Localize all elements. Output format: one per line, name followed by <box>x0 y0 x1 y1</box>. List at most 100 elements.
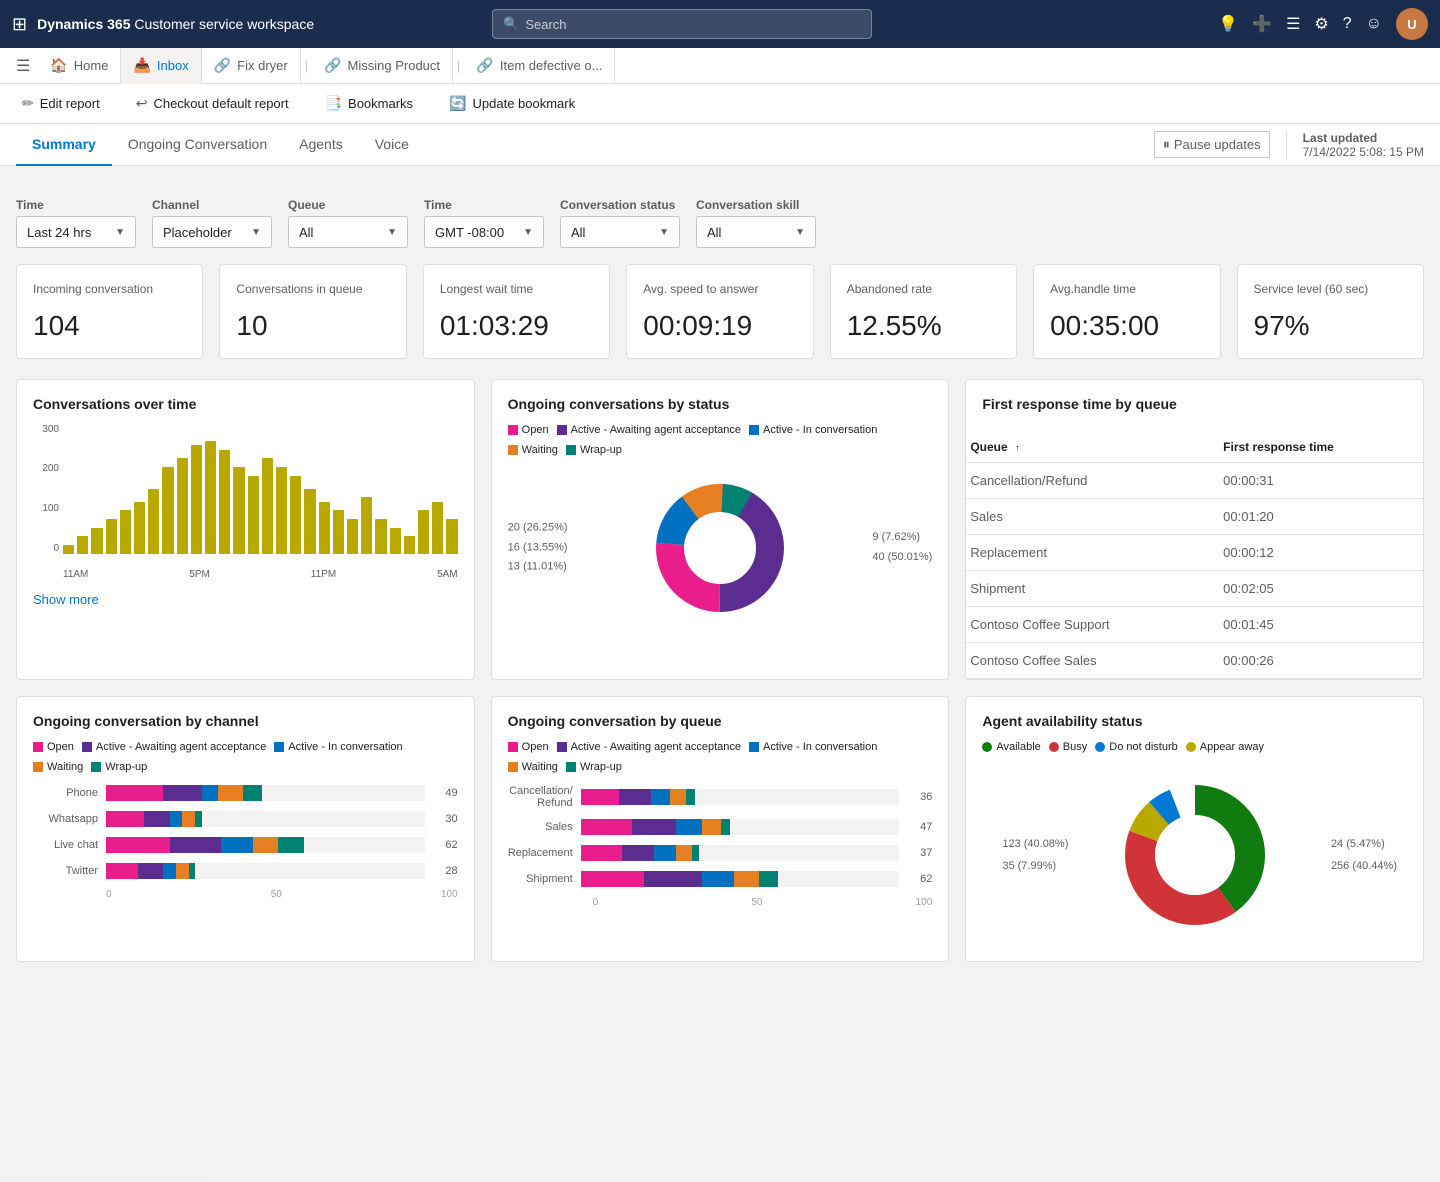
grid-menu-icon[interactable]: ⊞ <box>12 14 27 35</box>
bq-legend: Open Active - Awaiting agent acceptance … <box>508 741 933 773</box>
add-icon[interactable]: ➕ <box>1252 14 1272 34</box>
filter-conv-skill-select[interactable]: All ▼ <box>696 216 816 248</box>
main-content: Time Last 24 hrs ▼ Channel Placeholder ▼… <box>0 182 1440 978</box>
filter-time2-select[interactable]: GMT -08:00 ▼ <box>424 216 544 248</box>
tab-inbox[interactable]: 📥 Inbox <box>121 48 201 84</box>
edit-report-button[interactable]: ✏ Edit report <box>16 91 106 116</box>
app-brand: Dynamics 365 Customer service workspace <box>37 16 314 32</box>
bar-segment <box>176 863 189 879</box>
queue-time: 00:01:20 <box>1219 498 1423 534</box>
tab-fix-dryer-label: Fix dryer <box>237 58 288 73</box>
bar-item <box>446 519 457 554</box>
bc-legend-open: Open <box>33 741 74 753</box>
bar-segment <box>581 845 622 861</box>
tab-summary[interactable]: Summary <box>16 124 112 166</box>
tab-voice[interactable]: Voice <box>359 124 425 166</box>
filter-channel-arrow: ▼ <box>251 227 261 238</box>
bar-track <box>581 819 900 835</box>
table-row: Sales00:01:20 <box>966 498 1423 534</box>
lightbulb-icon[interactable]: 💡 <box>1218 14 1238 34</box>
queue-name: Replacement <box>966 534 1219 570</box>
pause-updates-button[interactable]: ⏸ Pause updates <box>1154 131 1270 158</box>
search-input[interactable] <box>525 17 861 32</box>
help-icon[interactable]: ? <box>1343 15 1352 33</box>
bar-segment <box>106 837 170 853</box>
bar-item <box>319 502 330 554</box>
tab-missing-product-label: Missing Product <box>348 58 440 73</box>
bar-segment <box>195 811 201 827</box>
queue-time: 00:01:45 <box>1219 606 1423 642</box>
filter-conv-status-select[interactable]: All ▼ <box>560 216 680 248</box>
checkout-report-button[interactable]: ↩ Checkout default report <box>130 91 295 116</box>
aa-legend-dnd: Do not disturb <box>1095 741 1177 753</box>
settings-icon[interactable]: ⚙ <box>1314 14 1328 34</box>
bq-legend-conv: Active - In conversation <box>749 741 877 753</box>
chart-aa-title: Agent availability status <box>982 713 1407 729</box>
tab-item-defective[interactable]: 🔗 Item defective o... <box>464 48 615 84</box>
bar-item <box>418 510 429 553</box>
tab-home[interactable]: 🏠 Home <box>38 48 121 84</box>
tab-menu-icon[interactable]: ☰ <box>8 56 38 76</box>
bar-item <box>333 510 344 553</box>
chart-bc-title: Ongoing conversation by channel <box>33 713 458 729</box>
bar-value: 62 <box>907 873 932 885</box>
filter-queue-select[interactable]: All ▼ <box>288 216 408 248</box>
filter-channel-select[interactable]: Placeholder ▼ <box>152 216 272 248</box>
legend-open-label: Open <box>522 424 549 436</box>
kpi-incoming-title: Incoming conversation <box>33 281 186 298</box>
filter-time2: Time GMT -08:00 ▼ <box>424 198 544 248</box>
bar-segment <box>278 837 303 853</box>
bar-item <box>91 528 102 554</box>
top-nav: ⊞ Dynamics 365 Customer service workspac… <box>0 0 1440 48</box>
bar-segment <box>182 811 195 827</box>
bar-segment <box>702 871 734 887</box>
edit-report-icon: ✏ <box>22 95 34 112</box>
legend-active-conv-label: Active - In conversation <box>763 424 877 436</box>
bar-track <box>106 837 425 853</box>
agent-label-busy: 256 (40.44%) <box>1331 855 1397 877</box>
bar-segment <box>202 785 218 801</box>
kpi-incoming: Incoming conversation 104 <box>16 264 203 359</box>
tab-missing-product[interactable]: 🔗 Missing Product <box>312 48 453 84</box>
filter-conv-status-arrow: ▼ <box>659 227 669 238</box>
chart-bq-title: Ongoing conversation by queue <box>508 713 933 729</box>
tab-fix-dryer[interactable]: 🔗 Fix dryer <box>202 48 301 84</box>
bc-legend: Open Active - Awaiting agent acceptance … <box>33 741 458 773</box>
tab-inbox-label: Inbox <box>157 58 189 73</box>
bar-segment <box>163 785 201 801</box>
filter-icon[interactable]: ☰ <box>1286 14 1300 34</box>
bar-item <box>205 441 216 554</box>
queue-name: Sales <box>966 498 1219 534</box>
queue-table-wrapper[interactable]: Queue ↑ First response time Cancellation… <box>966 432 1423 679</box>
bq-legend-open-color <box>508 742 518 752</box>
search-box[interactable]: 🔍 <box>492 9 872 39</box>
update-bookmark-button[interactable]: 🔄 Update bookmark <box>443 91 581 116</box>
bar-value: 49 <box>433 787 458 799</box>
chart-conversations-over-time: Conversations over time 300 200 100 0 11… <box>16 379 475 680</box>
agent-labels-left: 123 (40.08%) 35 (7.99%) <box>1002 833 1068 877</box>
table-row: Contoso Coffee Sales00:00:26 <box>966 642 1423 678</box>
queue-name: Contoso Coffee Support <box>966 606 1219 642</box>
show-more-button[interactable]: Show more <box>33 592 458 607</box>
feedback-icon[interactable]: ☺ <box>1366 15 1382 33</box>
legend-active-conv: Active - In conversation <box>749 424 877 436</box>
bar-item <box>148 489 159 554</box>
queue-x-axis: 0 50 100 <box>508 897 933 908</box>
user-avatar[interactable]: U <box>1396 8 1428 40</box>
agent-donut-container: 123 (40.08%) 35 (7.99%) 24 (5.47%) <box>982 765 1407 945</box>
bookmarks-button[interactable]: 📑 Bookmarks <box>319 91 419 116</box>
tab-agents[interactable]: Agents <box>283 124 359 166</box>
kpi-avg-speed: Avg. speed to answer 00:09:19 <box>626 264 813 359</box>
kpi-row: Incoming conversation 104 Conversations … <box>16 264 1424 359</box>
queue-time: 00:00:12 <box>1219 534 1423 570</box>
kpi-incoming-value: 104 <box>33 310 186 342</box>
agent-donut-svg <box>1115 775 1275 935</box>
bar-chart: 300 200 100 0 11AM 5PM 11PM 5AM <box>33 424 458 584</box>
sort-icon: ↑ <box>1015 443 1020 454</box>
bar-segment <box>622 845 654 861</box>
bc-legend-conv: Active - In conversation <box>274 741 402 753</box>
filter-conv-skill: Conversation skill All ▼ Refund ✓ Café A… <box>696 198 816 248</box>
filter-time-select[interactable]: Last 24 hrs ▼ <box>16 216 136 248</box>
tab-ongoing-conversation[interactable]: Ongoing Conversation <box>112 124 283 166</box>
col-queue-header[interactable]: Queue ↑ <box>966 432 1219 463</box>
